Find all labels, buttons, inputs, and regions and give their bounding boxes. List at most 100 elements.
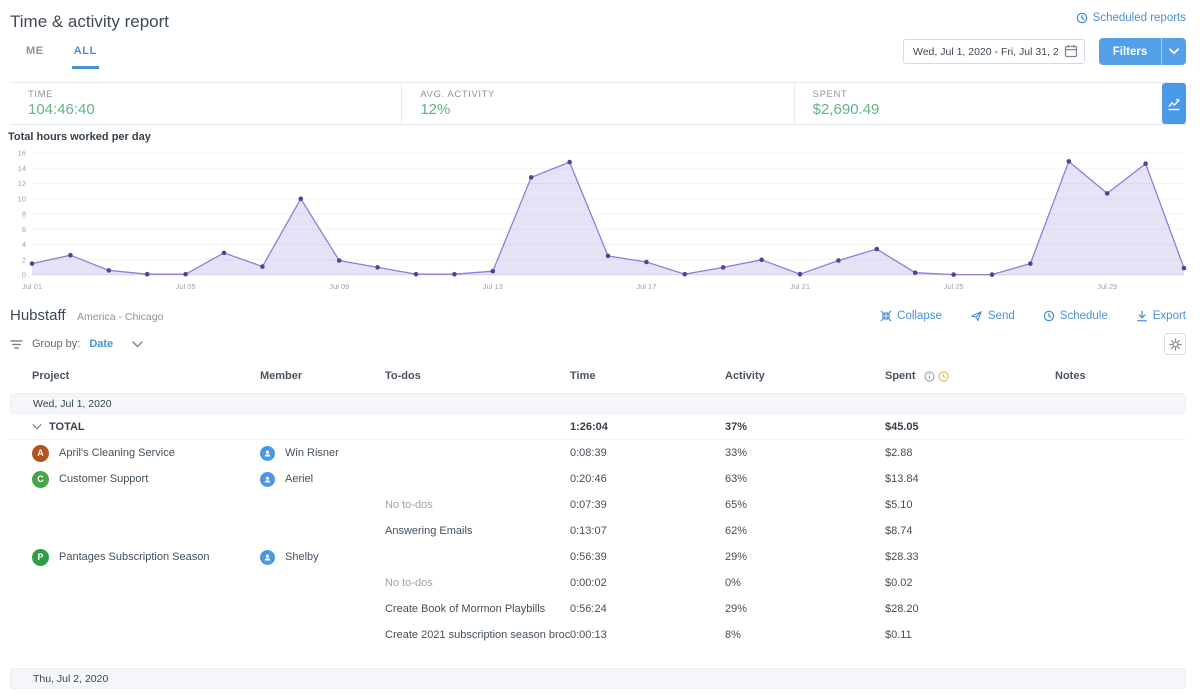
member-name: Win Risner: [285, 447, 339, 459]
filters-button-group: Filters: [1099, 38, 1186, 65]
svg-text:4: 4: [22, 240, 26, 249]
todo-row[interactable]: Answering Emails0:13:0762%$8.74: [10, 518, 1186, 544]
chart-title: Total hours worked per day: [0, 125, 1200, 145]
project-row[interactable]: CCustomer SupportAeriel0:20:4663%$13.84: [10, 466, 1186, 492]
date-range-input[interactable]: [903, 39, 1085, 64]
summary-card-avg-activity: AVG. ACTIVITY 12%: [401, 83, 793, 124]
group-by-value[interactable]: Date: [89, 338, 113, 350]
collapse-label: Collapse: [897, 310, 942, 322]
todo-row[interactable]: Create 2021 subscription season broc...0…: [10, 622, 1186, 648]
todo-name: No to-dos: [385, 499, 433, 511]
spent-cell: $8.74: [885, 525, 1055, 537]
time-cell: 0:13:07: [570, 525, 725, 537]
todo-cell: Answering Emails: [385, 525, 570, 537]
scheduled-reports-link[interactable]: Scheduled reports: [1076, 12, 1186, 24]
summary-card-spent: SPENT $2,690.49: [794, 83, 1186, 124]
todo-cell: No to-dos: [385, 499, 570, 511]
table-settings-button[interactable]: [1164, 333, 1186, 355]
tab-all[interactable]: ALL: [72, 39, 99, 69]
member-avatar: [260, 550, 275, 565]
col-time: Time: [570, 370, 725, 382]
chevron-down-icon[interactable]: [132, 341, 143, 348]
group-by-row: Group by: Date: [10, 333, 1186, 355]
tab-me[interactable]: ME: [24, 39, 46, 69]
clock-icon: [1076, 12, 1088, 24]
project-row[interactable]: PPantages Subscription SeasonShelby0:56:…: [10, 544, 1186, 570]
summary-bar: TIME 104:46:40 AVG. ACTIVITY 12% SPENT $…: [10, 82, 1186, 125]
line-chart-icon: [1167, 97, 1181, 111]
page-title: Time & activity report: [10, 12, 169, 32]
info-icon[interactable]: [924, 371, 935, 382]
time-cell: 0:07:39: [570, 499, 725, 511]
svg-text:Jul 09: Jul 09: [329, 282, 349, 291]
svg-text:10: 10: [18, 194, 26, 203]
chart-toggle-button[interactable]: [1162, 83, 1186, 124]
time-cell: 0:56:24: [570, 603, 725, 615]
filter-lines-icon[interactable]: [10, 339, 23, 350]
todo-row[interactable]: Create Book of Mormon Playbills0:56:2429…: [10, 596, 1186, 622]
activity-cell: 65%: [725, 499, 885, 511]
project-name: Customer Support: [59, 473, 148, 485]
todo-name: Answering Emails: [385, 525, 472, 537]
scope-tabs: ME ALL: [10, 39, 99, 69]
total-row: TOTAL1:26:0437%$45.05: [10, 414, 1186, 440]
send-icon: [970, 310, 983, 322]
project-cell: P Pantages Subscription Season: [32, 549, 260, 566]
org-timezone: America - Chicago: [77, 311, 163, 323]
todo-name: No to-dos: [385, 577, 433, 589]
svg-text:Jul 05: Jul 05: [176, 282, 196, 291]
todo-row[interactable]: No to-dos0:00:020%$0.02: [10, 570, 1186, 596]
gear-icon: [1169, 338, 1182, 351]
summary-label: SPENT: [813, 89, 1186, 100]
time-cell: 0:00:13: [570, 629, 725, 641]
col-member: Member: [260, 370, 385, 382]
spent-cell: $45.05: [885, 421, 1055, 433]
project-cell: CCustomer Support: [32, 471, 260, 488]
time-activity-report-page: Time & activity report Scheduled reports…: [0, 0, 1200, 695]
svg-text:Jul 17: Jul 17: [636, 282, 656, 291]
todo-cell: Create 2021 subscription season broc...: [385, 629, 570, 641]
col-activity: Activity: [725, 370, 885, 382]
svg-text:14: 14: [18, 164, 26, 173]
calendar-icon[interactable]: [1064, 44, 1078, 58]
schedule-button[interactable]: Schedule: [1043, 310, 1108, 322]
member-avatar: [260, 472, 275, 487]
filters-button[interactable]: Filters: [1099, 38, 1161, 65]
send-button[interactable]: Send: [970, 310, 1015, 322]
total-row: TOTAL2:36:3621%$272.67: [10, 689, 1186, 695]
svg-text:Jul 13: Jul 13: [483, 282, 503, 291]
col-project: Project: [32, 370, 260, 382]
project-avatar: P: [32, 549, 49, 566]
page-header: Time & activity report Scheduled reports: [0, 0, 1200, 32]
report-table-body: Wed, Jul 1, 2020TOTAL1:26:0437%$45.05 AAp…: [10, 393, 1186, 695]
filters-dropdown-button[interactable]: [1161, 38, 1186, 65]
svg-text:2: 2: [22, 255, 26, 264]
spent-cell: $13.84: [885, 473, 1055, 485]
report-table: Project Member To-dos Time Activity Spen…: [10, 365, 1186, 695]
summary-label: TIME: [28, 89, 401, 100]
summary-value: 12%: [420, 101, 793, 118]
summary-value: 104:46:40: [28, 101, 401, 118]
member-cell: Shelby: [260, 550, 385, 565]
project-cell: AApril's Cleaning Service: [32, 445, 260, 462]
project-row[interactable]: AApril's Cleaning ServiceWin Risner0:08:…: [10, 440, 1186, 466]
schedule-label: Schedule: [1060, 310, 1108, 322]
activity-cell: 29%: [725, 551, 885, 563]
summary-card-time: TIME 104:46:40: [10, 83, 401, 124]
total-label-cell: TOTAL: [32, 421, 260, 433]
svg-text:0: 0: [22, 271, 26, 280]
activity-cell: 29%: [725, 603, 885, 615]
time-cell: 0:00:02: [570, 577, 725, 589]
svg-text:Jul 21: Jul 21: [790, 282, 810, 291]
collapse-button[interactable]: Collapse: [880, 310, 942, 322]
project-name: Pantages Subscription Season: [59, 551, 209, 563]
chevron-down-icon[interactable]: [32, 424, 42, 430]
chevron-down-icon: [1169, 48, 1179, 55]
group-by-label: Group by:: [32, 338, 80, 350]
export-button[interactable]: Export: [1136, 310, 1186, 322]
date-group-header: Wed, Jul 1, 2020: [10, 393, 1186, 414]
svg-text:Jul 01: Jul 01: [22, 282, 42, 291]
activity-cell: 8%: [725, 629, 885, 641]
billable-clock-icon[interactable]: [938, 371, 949, 382]
todo-row[interactable]: No to-dos0:07:3965%$5.10: [10, 492, 1186, 518]
